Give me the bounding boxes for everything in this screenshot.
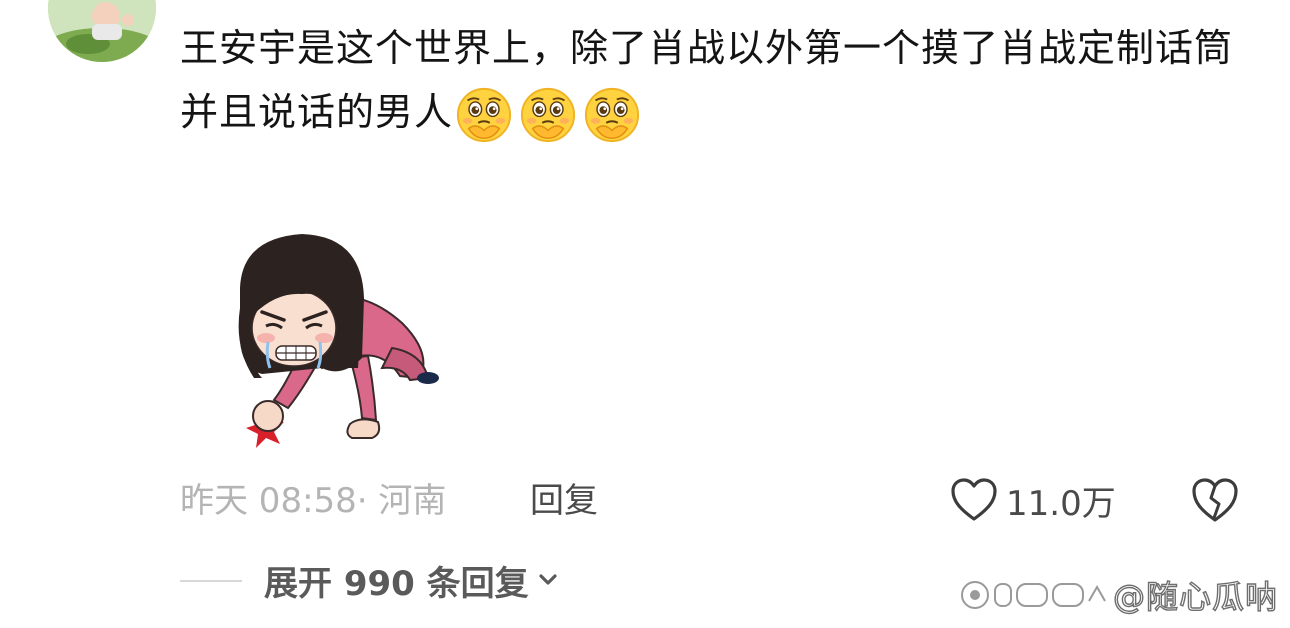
comment-time-location: 昨天 08:58· 河南 [180, 481, 447, 521]
chevron-down-icon [539, 574, 557, 585]
watermark: @随心瓜呐 [959, 570, 1278, 620]
like-count: 11.0万 [1006, 483, 1116, 524]
avatar[interactable] [48, 0, 156, 62]
emoji-row [455, 86, 641, 144]
reply-button[interactable]: 回复 [530, 478, 598, 524]
pleading-hug-emoji-icon [456, 87, 512, 142]
broken-heart-icon[interactable] [1190, 476, 1240, 524]
comment-body: 王安宇是这个世界上，除了肖战以外第一个摸了肖战定制话筒并且说话的男人 [180, 26, 1234, 134]
girl-crawling-frustrated-sticker[interactable] [232, 228, 446, 456]
pleading-hug-emoji-icon [520, 87, 576, 142]
thread-divider [180, 580, 242, 582]
comment-text: 王安宇是这个世界上，除了肖战以外第一个摸了肖战定制话筒并且说话的男人 [180, 16, 1240, 144]
like-button[interactable]: 11.0万 [950, 474, 1116, 526]
watermark-text: @随心瓜呐 [1112, 577, 1278, 616]
avatar-image [48, 0, 156, 62]
heart-outline-icon [951, 478, 997, 521]
pleading-hug-emoji-icon [584, 87, 640, 142]
expand-replies-button[interactable]: 展开 990 条回复 [264, 556, 563, 604]
expand-replies-label: 展开 990 条回复 [264, 563, 529, 604]
watermark-logo-icon [960, 581, 1106, 609]
